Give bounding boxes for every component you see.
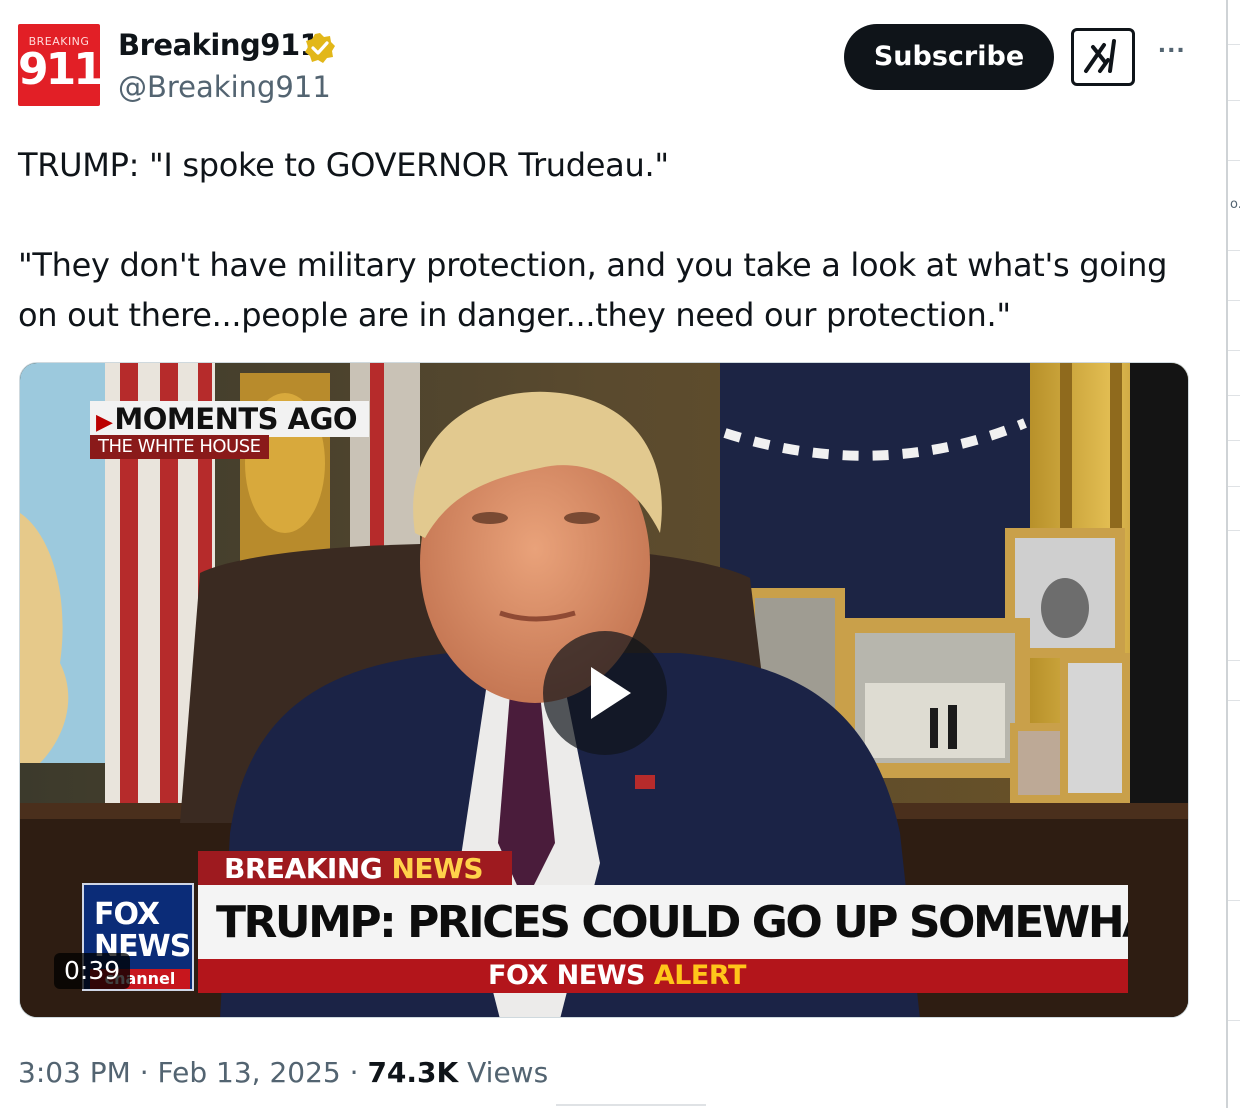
author-handle[interactable]: @Breaking911 [118, 70, 331, 104]
breaking-word: BREAKING [224, 852, 383, 885]
location-badge: THE WHITE HOUSE [90, 435, 269, 459]
views-label: Views [467, 1056, 549, 1089]
rail-divider [1228, 660, 1240, 661]
chyron-headline: TRUMP: PRICES COULD GO UP SOMEWHAT SHORT… [198, 885, 1128, 961]
rail-divider [1228, 100, 1240, 101]
divider [556, 1104, 706, 1106]
moments-ago-badge: ▶MOMENTS AGO [90, 401, 370, 437]
video-player[interactable]: ▶MOMENTS AGO THE WHITE HOUSE FOX NEWS ch… [19, 362, 1189, 1018]
news-word: NEWS [391, 852, 484, 885]
more-icon[interactable]: ··· [1152, 36, 1192, 68]
meta-separator: · [139, 1056, 149, 1089]
alert-word: ALERT [653, 960, 747, 991]
avatar-big-text: 911 [18, 44, 100, 95]
post-time[interactable]: 3:03 PM [18, 1056, 131, 1089]
fox-logo-line-1: FOX [94, 897, 160, 932]
play-icon [591, 667, 631, 719]
post-date[interactable]: Feb 13, 2025 [158, 1056, 341, 1089]
meta-separator: · [349, 1056, 359, 1089]
fox-news-alert-banner: FOX NEWS ALERT [198, 959, 1128, 993]
rail-divider [1228, 300, 1240, 301]
rail-divider [1228, 700, 1240, 701]
grok-glyph-icon [1084, 39, 1116, 73]
post-header: BREAKING 911 Breaking911 @Breaking911 Su… [18, 24, 1208, 108]
post-meta: 3:03 PM · Feb 13, 2025 · 74.3K Views [18, 1056, 548, 1089]
rail-divider [1228, 44, 1240, 45]
post-text-line-1: TRUMP: "I spoke to GOVERNOR Trudeau." [18, 146, 669, 184]
rail-text-fragment: o. [1230, 197, 1240, 212]
rail-divider [1228, 440, 1240, 441]
rail-divider [1228, 395, 1240, 396]
rail-divider [1228, 350, 1240, 351]
alert-fox-news: FOX NEWS [488, 960, 645, 991]
author-display-name[interactable]: Breaking911 [118, 28, 320, 62]
grok-icon[interactable] [1071, 28, 1135, 86]
play-button[interactable] [543, 631, 667, 755]
rail-divider [1228, 900, 1240, 901]
right-rail: o. [1226, 0, 1240, 1108]
moments-ago-text: MOMENTS AGO [114, 402, 358, 436]
post-text: TRUMP: "I spoke to GOVERNOR Trudeau." "T… [18, 140, 1208, 340]
rail-divider [1228, 1020, 1240, 1021]
rail-divider [1228, 160, 1240, 161]
rail-divider [1228, 486, 1240, 487]
subscribe-button[interactable]: Subscribe [844, 24, 1054, 90]
avatar[interactable]: BREAKING 911 [18, 24, 100, 106]
breaking-news-banner: BREAKING NEWS [198, 851, 512, 887]
rail-divider [1228, 250, 1240, 251]
rail-divider [1228, 530, 1240, 531]
views-count[interactable]: 74.3K [367, 1056, 458, 1089]
verified-badge-icon [305, 33, 335, 63]
post-text-line-2: "They don't have military protection, an… [18, 246, 1168, 334]
video-duration: 0:39 [54, 953, 131, 989]
